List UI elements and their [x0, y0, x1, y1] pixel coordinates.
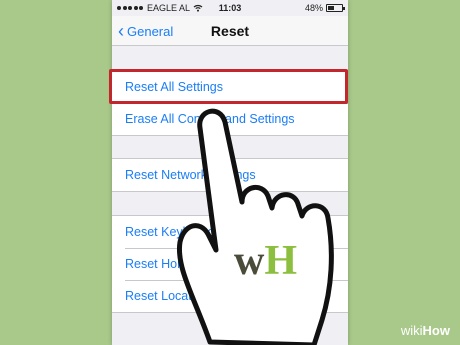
- pointing-hand-illustration: wH: [176, 108, 334, 345]
- watermark-wiki: wiki: [400, 323, 423, 338]
- battery-icon: [326, 4, 345, 12]
- page-title: Reset: [210, 23, 250, 39]
- watermark-how: How: [422, 323, 450, 338]
- navigation-bar: ‹ General Reset: [112, 16, 348, 46]
- status-bar: EAGLE AL 11:03 48%: [112, 0, 348, 16]
- battery-percent: 48%: [304, 3, 323, 13]
- carrier-name: EAGLE AL: [147, 3, 191, 13]
- wikihow-watermark: wiki How: [401, 323, 450, 338]
- wikihow-logo-w: wH: [234, 238, 297, 284]
- signal-strength-icon: [117, 6, 143, 10]
- wifi-icon: [193, 4, 203, 12]
